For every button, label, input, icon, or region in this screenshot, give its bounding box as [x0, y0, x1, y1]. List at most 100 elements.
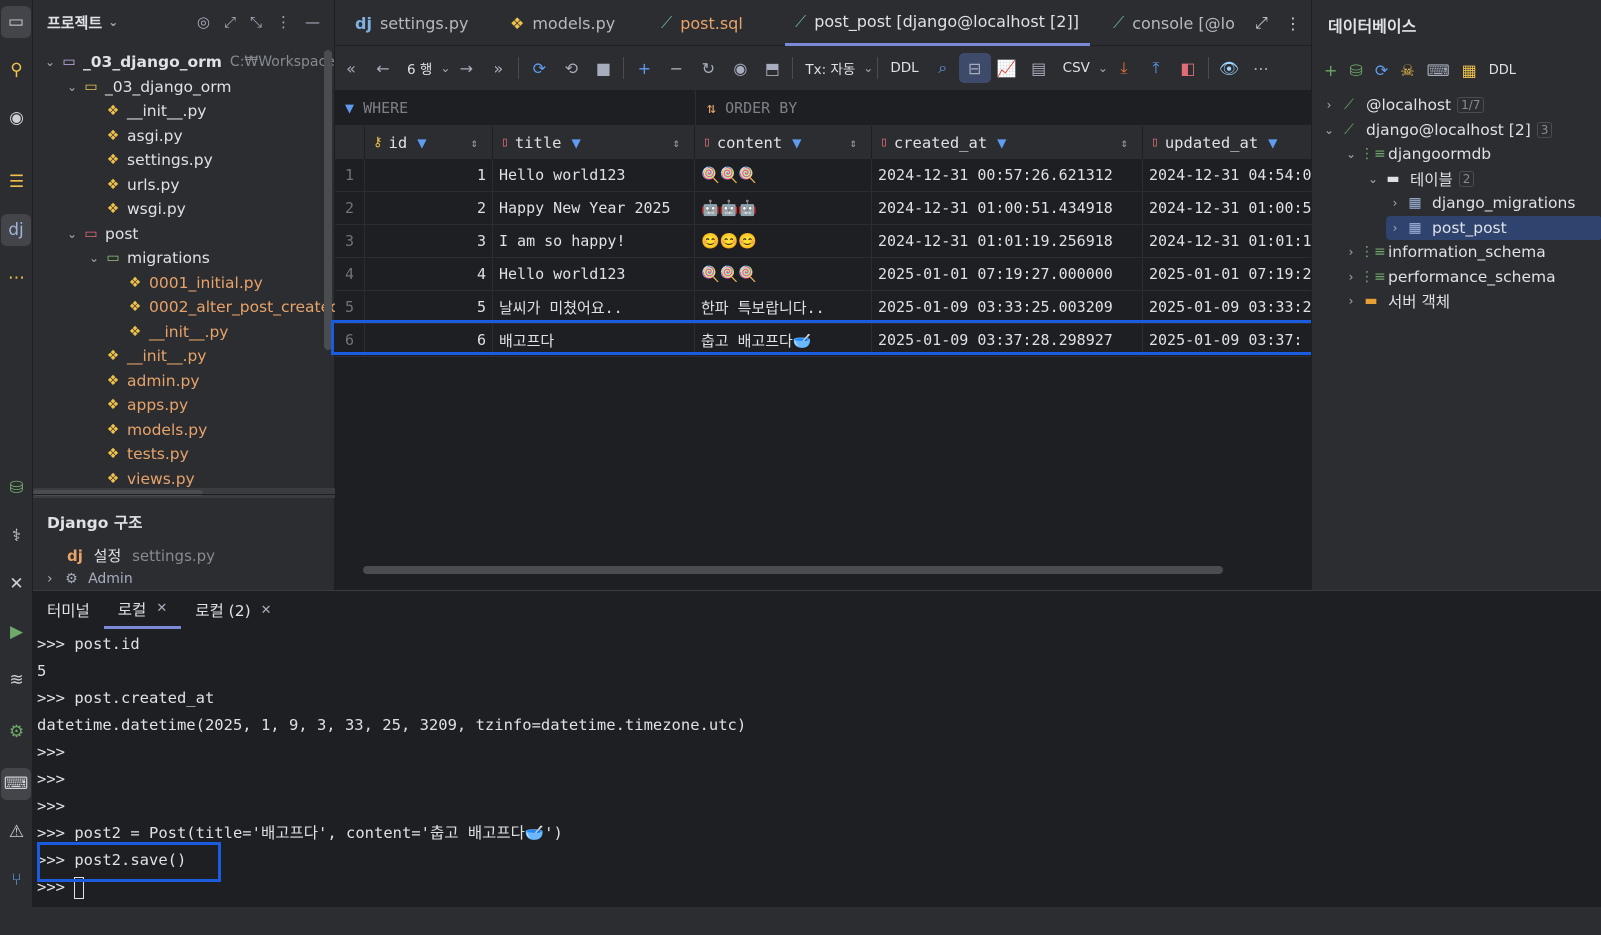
- project-scrollbar[interactable]: [324, 50, 332, 350]
- chevron-down-icon[interactable]: ⌄: [863, 61, 873, 75]
- chevron-down-icon[interactable]: ⌄: [1364, 172, 1382, 186]
- terminal-icon[interactable]: ⌨: [1, 768, 31, 800]
- database-tree-item[interactable]: › ▬ 서버 객체: [1342, 289, 1601, 313]
- grid-hscrollbar[interactable]: [335, 562, 1311, 576]
- database-tree-item[interactable]: › ▦ post_post: [1386, 215, 1601, 240]
- preview-icon[interactable]: ◉: [724, 53, 756, 83]
- target-icon[interactable]: ◎: [197, 13, 210, 31]
- tree-item[interactable]: ❖ urls.py: [85, 173, 180, 197]
- revert-icon[interactable]: ↻: [692, 53, 724, 83]
- table-cell[interactable]: 3: [365, 225, 493, 258]
- delete-row-icon[interactable]: −: [660, 53, 692, 83]
- next-page-icon[interactable]: →: [450, 53, 482, 83]
- schema-icon[interactable]: ☠: [1400, 61, 1414, 80]
- console-icon[interactable]: ⌨: [1427, 61, 1450, 80]
- tree-item[interactable]: ❖ admin.py: [85, 369, 200, 393]
- table-cell[interactable]: 😊😊😊: [695, 225, 872, 258]
- filter-icon[interactable]: ▼: [417, 134, 426, 152]
- chevron-right-icon[interactable]: ›: [1342, 294, 1360, 308]
- project-icon[interactable]: ▭: [1, 6, 31, 38]
- tree-item[interactable]: ❖ 0002_alter_post_created: [107, 295, 335, 319]
- table-cell[interactable]: 4: [365, 258, 493, 291]
- tree-item[interactable]: ❖ asgi.py: [85, 124, 183, 148]
- run-icon[interactable]: ▶: [0, 616, 33, 648]
- database-tree-item[interactable]: ⌄ ▬ 테이블 2: [1364, 167, 1601, 191]
- add-row-icon[interactable]: +: [628, 53, 660, 83]
- options-icon[interactable]: ⋮: [276, 13, 291, 31]
- table-cell[interactable]: 2024-12-31 00:57:26.621312: [872, 159, 1143, 192]
- terminal-tab[interactable]: 터미널: [33, 591, 104, 629]
- sort-icon[interactable]: ⇕: [471, 136, 478, 150]
- tree-item[interactable]: ❖ settings.py: [85, 148, 213, 172]
- column-header[interactable]: ⚷ id ▼ ⇕: [365, 126, 493, 159]
- tree-item[interactable]: ❖ __init__.py: [85, 99, 207, 123]
- column-header[interactable]: ▯ title ▼ ⇕: [493, 126, 695, 159]
- filter-icon[interactable]: ▼: [792, 134, 801, 152]
- chevron-right-icon[interactable]: ›: [1342, 245, 1360, 259]
- database-tree-item[interactable]: › ▦ django_migrations: [1386, 191, 1601, 215]
- structure-icon[interactable]: ☰: [0, 166, 33, 198]
- table-cell[interactable]: 2024-12-31 01:00:51.434918: [872, 192, 1143, 225]
- rows-count[interactable]: 6 행: [399, 58, 440, 78]
- git-icon[interactable]: ⑂: [0, 864, 33, 896]
- sort-icon[interactable]: ⇕: [673, 136, 680, 150]
- table-cell[interactable]: 춥고 배고프다🥣: [695, 324, 872, 357]
- prev-page-icon[interactable]: ←: [367, 53, 399, 83]
- tree-item[interactable]: ⌄ ▭ post: [63, 222, 139, 246]
- editor-tab[interactable]: ⟋ console [@lo: [1103, 0, 1263, 46]
- table-cell[interactable]: 🍭🍭🍭: [695, 159, 872, 192]
- column-header[interactable]: ▯ content ▼ ⇕: [695, 126, 872, 159]
- editor-tab[interactable]: ⟋post_post [django@localhost [2]]✕: [785, 0, 1090, 46]
- chevron-right-icon[interactable]: ›: [1386, 196, 1404, 210]
- commit-icon[interactable]: ⚲: [0, 54, 33, 86]
- table-cell[interactable]: 6: [365, 324, 493, 357]
- tree-item[interactable]: ❖ views.py: [85, 467, 195, 491]
- chevron-down-icon[interactable]: ⌄: [1098, 61, 1108, 75]
- tree-item[interactable]: ❖ apps.py: [85, 393, 188, 417]
- django-admin-row[interactable]: › ⚙ Admin: [47, 571, 133, 587]
- ddl-button[interactable]: DDL: [1489, 63, 1516, 78]
- minimize-icon[interactable]: —: [305, 13, 320, 31]
- tree-item[interactable]: ❖ tests.py: [85, 442, 189, 466]
- last-page-icon[interactable]: »: [482, 53, 514, 83]
- value-view-icon[interactable]: ▤: [1023, 53, 1055, 83]
- table-cell[interactable]: 5: [365, 291, 493, 324]
- table-cell[interactable]: 한파 특보랍니다..: [695, 291, 872, 324]
- services-icon[interactable]: ⚙: [0, 716, 33, 748]
- tree-item[interactable]: ❖ wsgi.py: [85, 197, 186, 221]
- table-cell[interactable]: Hello world123: [493, 258, 695, 291]
- tree-item[interactable]: ⌄ ▭ _03_django_orm: [63, 75, 231, 99]
- ddl-button[interactable]: DDL: [882, 60, 926, 76]
- tree-item[interactable]: ⌄ ▭ migrations: [85, 246, 210, 270]
- editor-tab[interactable]: ⟋ post.sql: [651, 0, 771, 46]
- database-tree-item[interactable]: › ⋮≡ information_schema: [1342, 240, 1601, 264]
- table-cell[interactable]: 🍭🍭🍭: [695, 258, 872, 291]
- history-icon[interactable]: ⟲: [555, 53, 587, 83]
- database-tree-item[interactable]: › ⟋ @localhost 1/7: [1320, 93, 1601, 117]
- chart-icon[interactable]: 📈: [991, 53, 1023, 83]
- sort-icon[interactable]: ⇕: [1121, 136, 1128, 150]
- close-icon[interactable]: ✕: [156, 601, 167, 616]
- compare-icon[interactable]: ◧: [1172, 53, 1204, 83]
- github-icon[interactable]: ◉: [0, 102, 33, 134]
- where-filter[interactable]: ▼ WHERE: [345, 99, 408, 117]
- expand-icon[interactable]: ⤢: [224, 13, 236, 31]
- expand-icon[interactable]: ⤢: [1255, 0, 1268, 46]
- tree-item[interactable]: ⌄ ▭ _03_django_orm C:₩Workspaces: [41, 50, 335, 74]
- chevron-right-icon[interactable]: ›: [1342, 270, 1360, 284]
- terminal-output[interactable]: >>> post.id 5 >>> post.created_at datetime.…: [37, 631, 746, 901]
- table-cell[interactable]: 날씨가 미쳤어요..: [493, 291, 695, 324]
- chevron-right-icon[interactable]: ›: [1320, 98, 1338, 112]
- terminal-tab[interactable]: 로컬 (2) ✕: [181, 591, 285, 629]
- table-cell[interactable]: 🤖🤖🤖: [695, 192, 872, 225]
- table-cell[interactable]: 2025-01-09 03:37:28.298927: [872, 324, 1143, 357]
- layers-icon[interactable]: ≋: [0, 664, 33, 696]
- close-icon[interactable]: ✕: [261, 603, 272, 618]
- table-cell[interactable]: 1: [365, 159, 493, 192]
- database-tree-item[interactable]: › ⋮≡ performance_schema: [1342, 265, 1601, 289]
- tree-item[interactable]: ❖ 0001_initial.py: [107, 271, 263, 295]
- project-title[interactable]: 프로젝트: [47, 12, 102, 33]
- table-cell[interactable]: 2: [365, 192, 493, 225]
- editor-tab[interactable]: ❖ models.py: [500, 0, 650, 46]
- datasource-icon[interactable]: ⛁: [1349, 61, 1362, 80]
